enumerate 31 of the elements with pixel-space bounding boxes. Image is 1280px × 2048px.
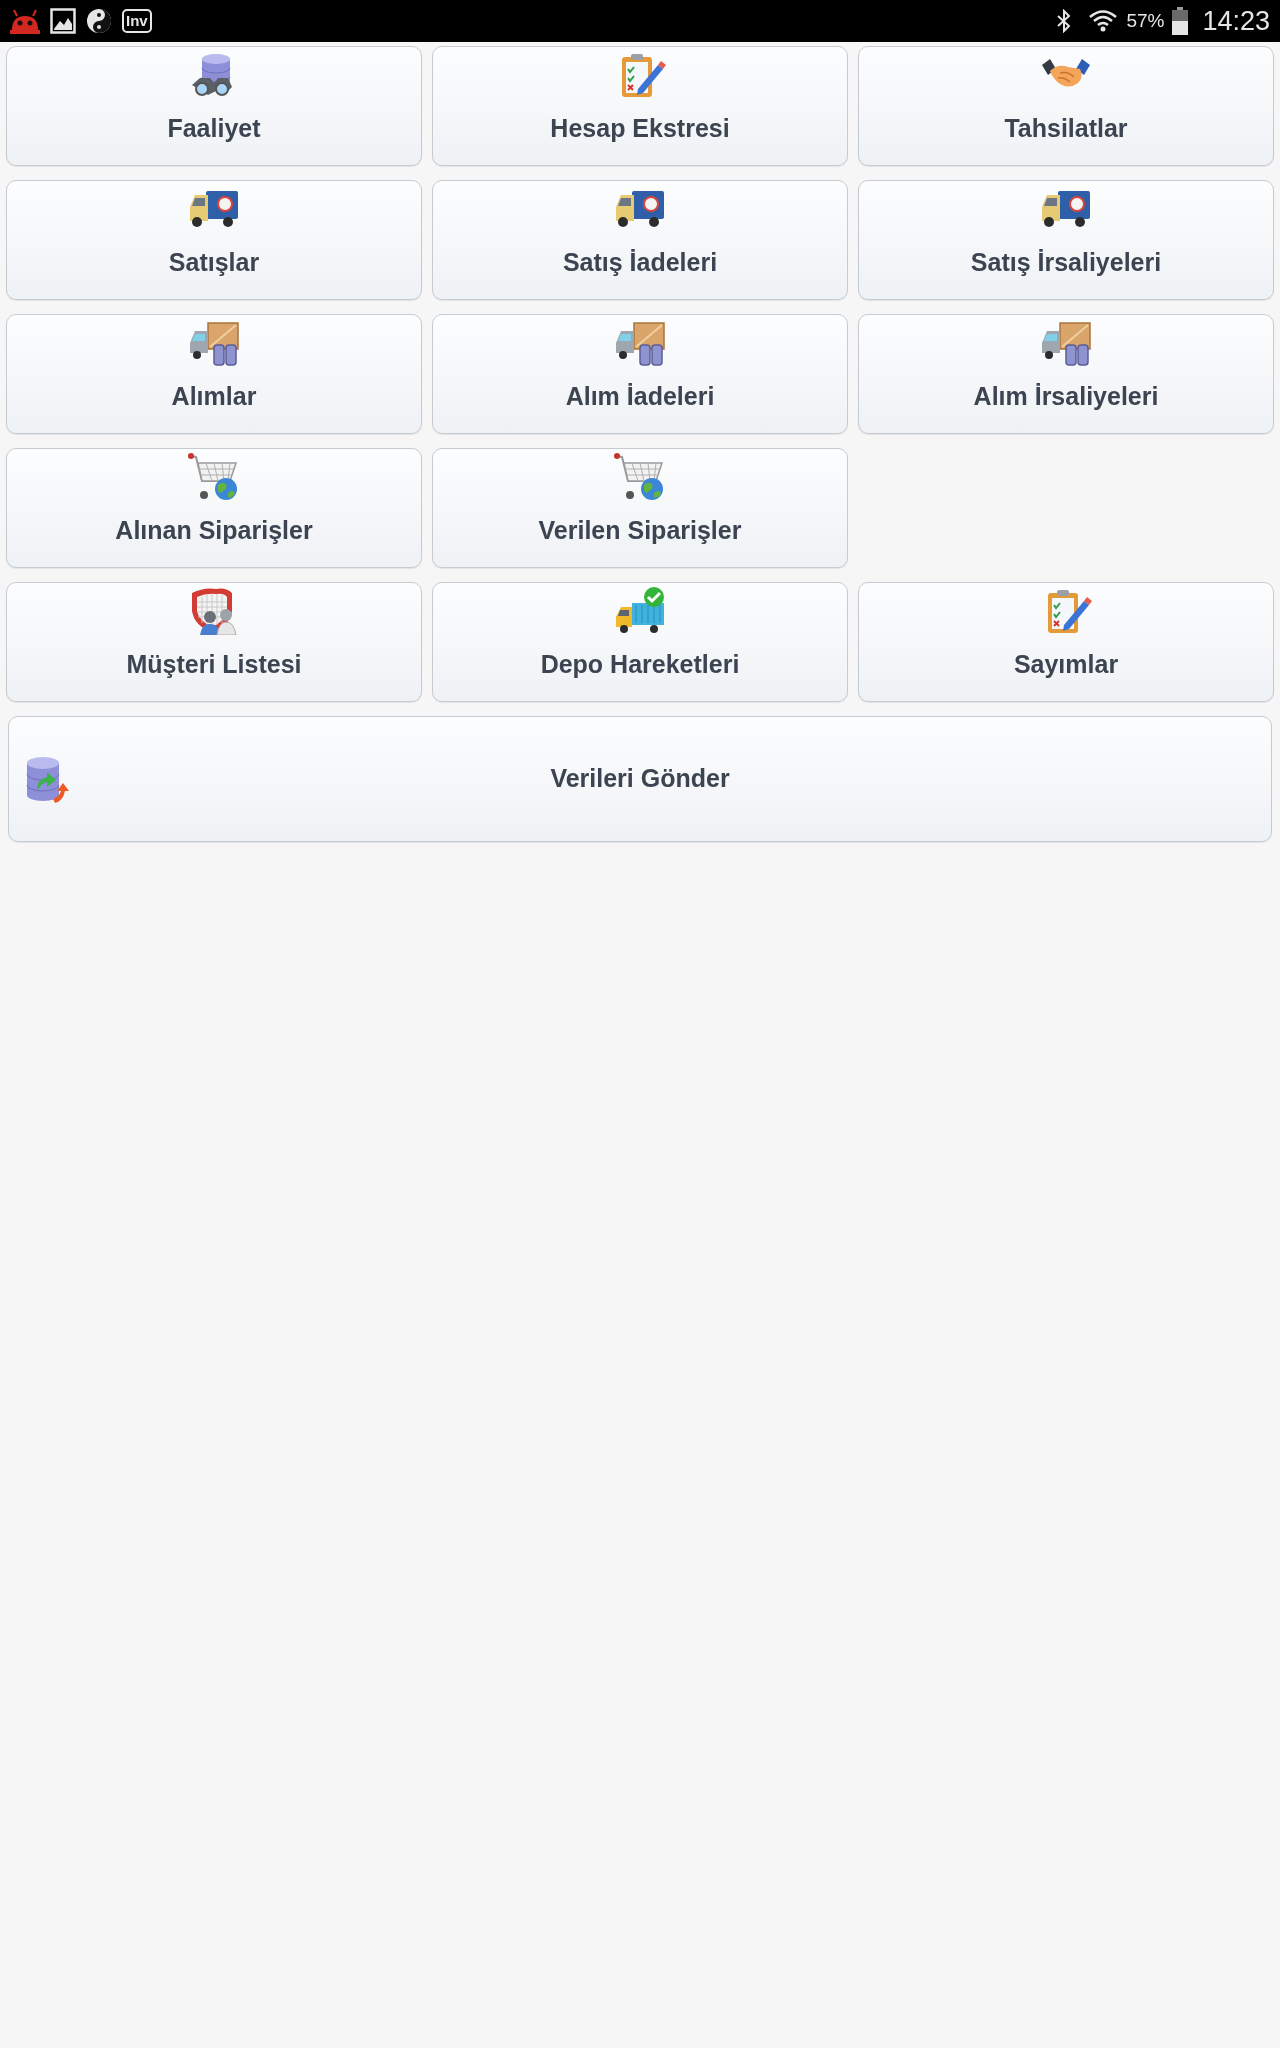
menu-button[interactable]: Satış İrsaliyeleri: [858, 180, 1274, 300]
menu-button[interactable]: Alım İrsaliyeleri: [858, 314, 1274, 434]
image-icon: [50, 8, 76, 34]
menu-button[interactable]: Alımlar: [6, 314, 422, 434]
battery-icon: [1172, 7, 1189, 35]
yin-yang-icon: [86, 8, 112, 34]
menu-button[interactable]: Verilen Siparişler: [432, 448, 848, 568]
menu-button[interactable]: Alım İadeleri: [432, 314, 848, 434]
battery-percent: 57%: [1126, 8, 1165, 33]
truck-box-icon: [1040, 319, 1092, 367]
menu-button[interactable]: Satış İadeleri: [432, 180, 848, 300]
menu-button[interactable]: Satışlar: [6, 180, 422, 300]
app-status-label: Inv: [122, 9, 152, 33]
truck-box-icon: [614, 319, 666, 367]
menu-button[interactable]: Depo Hareketleri: [432, 582, 848, 702]
bluetooth-icon: [1056, 9, 1073, 33]
truck-check-icon: [614, 587, 666, 635]
menu-button[interactable]: Hesap Ekstresi: [432, 46, 848, 166]
menu-button[interactable]: Sayımlar: [858, 582, 1274, 702]
send-data-button[interactable]: Verileri Gönder: [8, 716, 1272, 842]
wifi-icon: [1088, 8, 1119, 34]
cart-globe-icon: [614, 453, 666, 501]
cart-globe-icon: [188, 453, 240, 501]
truck-box-icon: [188, 319, 240, 367]
menu-button[interactable]: Tahsilatlar: [858, 46, 1274, 166]
menu-button[interactable]: Alınan Siparişler: [6, 448, 422, 568]
database-arrow-icon: [23, 755, 71, 805]
menu-button[interactable]: Faaliyet: [6, 46, 422, 166]
menu-button[interactable]: Müşteri Listesi: [6, 582, 422, 702]
clock: 14:23: [1202, 4, 1270, 38]
robot-icon: [10, 8, 40, 34]
